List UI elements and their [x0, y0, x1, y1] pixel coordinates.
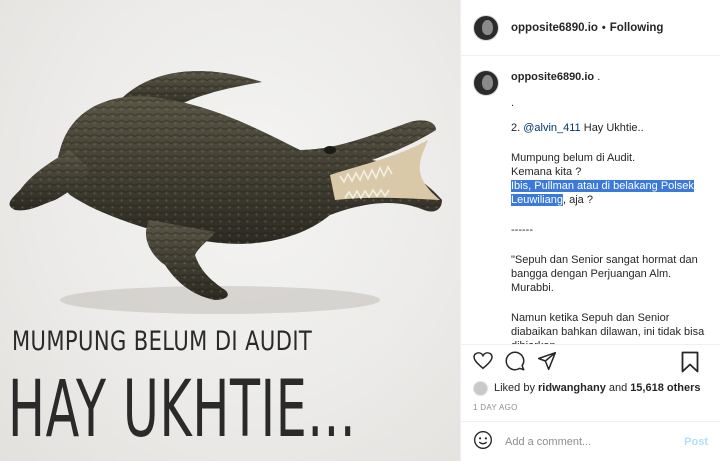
likes-count[interactable]: 15,618 others: [630, 382, 700, 394]
likes-middle: and: [608, 382, 628, 394]
caption-selected-line: Ibis, Pullman atau di belakang Polsek Le…: [511, 179, 707, 207]
likes-prefix: Liked by: [494, 382, 535, 394]
comment-icon[interactable]: [503, 349, 527, 373]
caption-mention-line: 2. @alvin_411 Hay Ukhtie..: [511, 121, 707, 135]
selected-text[interactable]: Ibis, Pullman atau di belakang Polsek Le…: [511, 180, 694, 206]
heart-icon[interactable]: [471, 349, 495, 373]
header-username[interactable]: opposite6890.io: [511, 22, 598, 34]
liker-avatar[interactable]: [473, 380, 488, 396]
overlay-text-small: MUMPUNG BELUM DI AUDIT: [12, 326, 313, 357]
caption-quote-2: Namun ketika Sepuh dan Senior diabaikan …: [511, 312, 705, 344]
mention-link[interactable]: @alvin_411: [523, 122, 580, 134]
comment-box: Add a comment... Post: [461, 421, 720, 461]
share-icon[interactable]: [535, 349, 559, 373]
caption-username[interactable]: opposite6890.io: [511, 71, 594, 83]
post-header: opposite6890.io • Following: [461, 0, 720, 56]
caption-quote-1: "Sepuh dan Senior sangat hormat dan bang…: [511, 254, 698, 294]
caption: opposite6890.io . . 2. @alvin_411 Hay Uk…: [473, 70, 708, 344]
overlay-text-large: HAY UKHTIE...: [8, 365, 357, 455]
avatar[interactable]: [473, 70, 499, 96]
post-timestamp[interactable]: 1 DAY AGO: [461, 397, 720, 421]
caption-divider: ------: [511, 224, 533, 236]
caption-text: opposite6890.io . . 2. @alvin_411 Hay Uk…: [511, 70, 707, 344]
caption-area: opposite6890.io . . 2. @alvin_411 Hay Uk…: [461, 56, 720, 344]
emoji-icon[interactable]: [473, 430, 493, 453]
mention-suffix: Hay Ukhtie..: [580, 122, 644, 134]
separator-dot: •: [601, 21, 606, 34]
avatar[interactable]: [473, 14, 499, 41]
post-image[interactable]: MUMPUNG BELUM DI AUDIT HAY UKHTIE...: [0, 0, 460, 461]
after-selected: , aja ?: [562, 194, 593, 206]
caption-dot-line: .: [511, 97, 515, 109]
liker-username[interactable]: ridwanghany: [538, 382, 606, 394]
mention-prefix: 2.: [511, 122, 524, 134]
following-button[interactable]: Following: [610, 22, 664, 34]
post-comment-button[interactable]: Post: [684, 436, 708, 448]
instagram-post: MUMPUNG BELUM DI AUDIT HAY UKHTIE... opp…: [0, 0, 720, 461]
caption-line-a: Mumpung belum di Audit.: [511, 152, 636, 164]
likes-summary: Liked by ridwanghany and 15,618 others: [461, 377, 720, 397]
post-sidebar: opposite6890.io • Following opposite6890…: [460, 0, 720, 461]
crocodile-illustration: [9, 70, 443, 314]
caption-after-name: .: [594, 71, 601, 83]
comment-input[interactable]: Add a comment...: [505, 436, 591, 448]
caption-line-b: Kemana kita ?: [511, 166, 582, 178]
action-bar: [461, 344, 720, 377]
bookmark-icon[interactable]: [678, 350, 702, 374]
